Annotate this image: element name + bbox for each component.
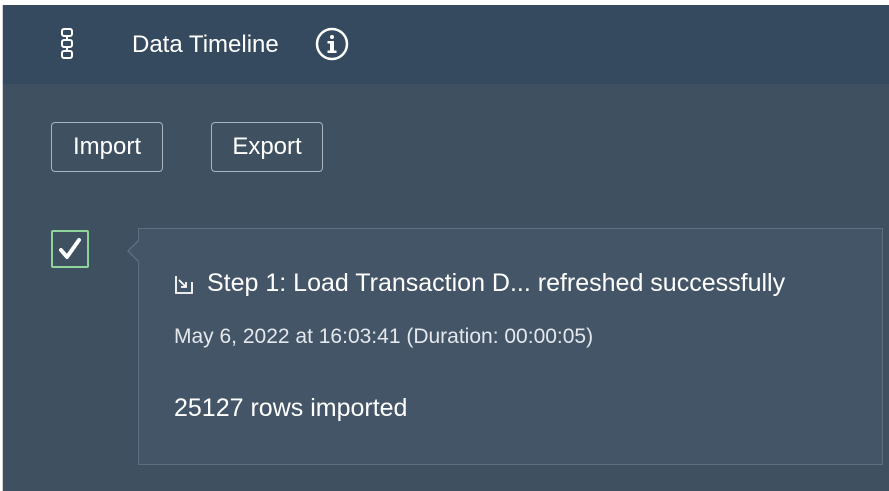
- data-timeline-panel: Data Timeline Import Export Step 1: Load…: [2, 5, 889, 491]
- panel-header: Data Timeline: [3, 5, 889, 84]
- timeline-entry-timestamp: May 6, 2022 at 16:03:41 (Duration: 00:00…: [174, 325, 594, 348]
- info-icon[interactable]: [315, 27, 349, 61]
- timeline-entry-detail: 25127 rows imported: [174, 394, 408, 422]
- card-pointer-fill: [129, 240, 140, 262]
- page-title: Data Timeline: [132, 31, 279, 58]
- success-status-indicator: [51, 230, 89, 268]
- checkmark-icon: [59, 238, 81, 259]
- import-icon: [175, 276, 193, 294]
- import-button[interactable]: Import: [51, 122, 163, 172]
- export-button[interactable]: Export: [211, 122, 323, 172]
- timeline-icon: [61, 28, 73, 59]
- timeline-entry-title-row: Step 1: Load Transaction D... refreshed …: [173, 267, 785, 299]
- timeline-entry-title: Step 1: Load Transaction D... refreshed …: [207, 269, 786, 297]
